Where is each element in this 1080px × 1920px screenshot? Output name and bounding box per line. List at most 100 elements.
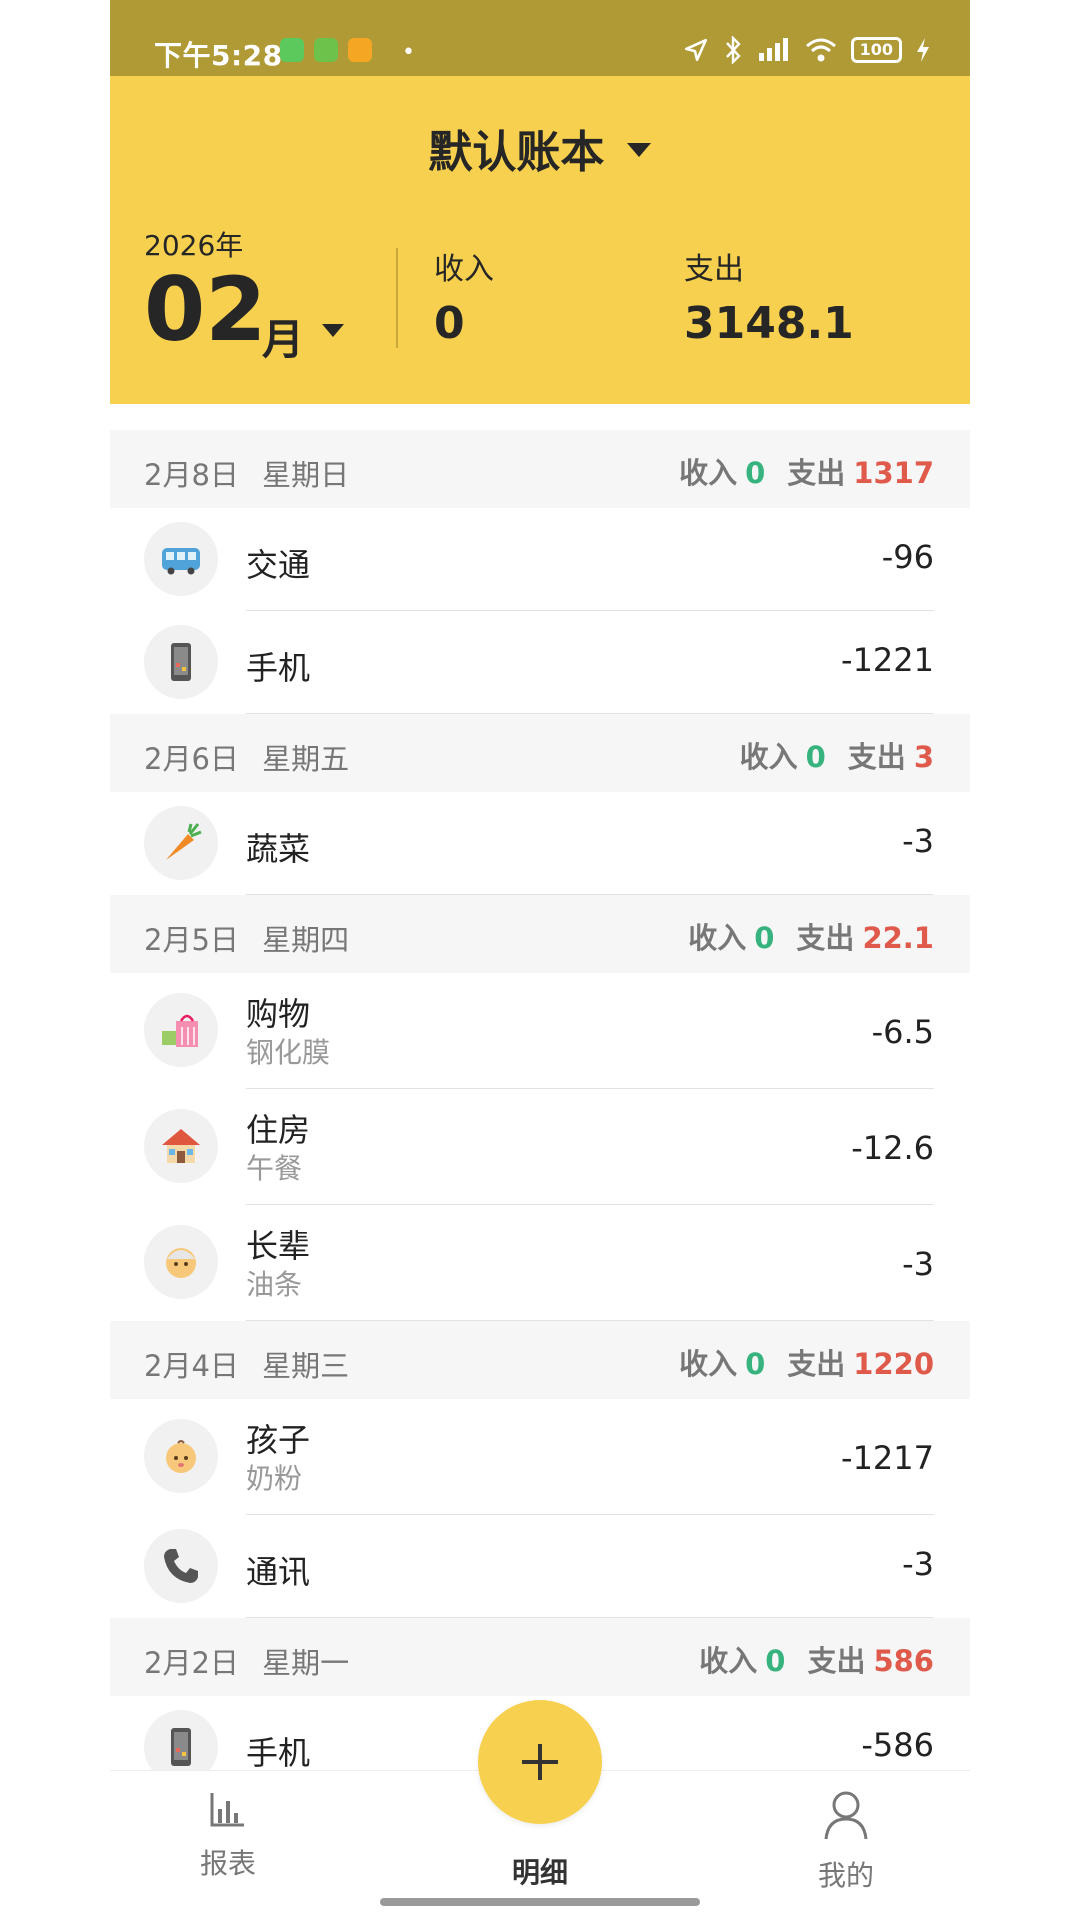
- expense-label: 支出: [684, 252, 744, 287]
- transaction-amount: -1217: [841, 1439, 934, 1477]
- user-icon: [824, 1791, 868, 1840]
- tab-details-label: 明细: [511, 1856, 568, 1889]
- message-notification-icon: [348, 38, 372, 62]
- app-screen: 下午5:28 • 100 默认账本 2026年 02 月 收入 0 支出 314…: [110, 0, 970, 1920]
- day-date: 2月6日 星期五: [144, 736, 349, 778]
- transaction-amount: -6.5: [871, 1013, 934, 1051]
- income-label: 收入: [434, 252, 494, 287]
- caret-down-icon: [626, 143, 651, 157]
- transaction-note: 油条: [246, 1268, 303, 1301]
- category-name: 住房: [246, 1111, 311, 1149]
- transaction-row[interactable]: 手机 -1221: [110, 611, 970, 714]
- day-header: 2月4日 星期三 收入 0 支出 1220: [110, 1321, 970, 1399]
- bus-icon: [144, 522, 218, 596]
- day-date: 2月2日 星期一: [144, 1640, 349, 1682]
- carrot-icon: [144, 806, 218, 880]
- transaction-row[interactable]: 购物 钢化膜 -6.5: [110, 973, 970, 1089]
- day-weekday: 星期三: [262, 1349, 350, 1383]
- day-summary: 收入 0 支出 586: [699, 1638, 934, 1680]
- month-value[interactable]: 02: [144, 266, 266, 354]
- transaction-row[interactable]: 住房 午餐 -12.6: [110, 1089, 970, 1205]
- status-time: 下午5:28: [154, 39, 283, 72]
- location-icon: [684, 38, 707, 62]
- home-indicator[interactable]: [380, 1898, 700, 1906]
- day-header: 2月8日 星期日 收入 0 支出 1317: [110, 430, 970, 508]
- day-income-label: 收入: [679, 456, 738, 490]
- day-expense-label: 支出: [787, 456, 846, 490]
- day-date: 2月8日 星期日: [144, 452, 349, 494]
- day-expense-value: 1220: [853, 1347, 934, 1381]
- tab-details[interactable]: 明细: [480, 1845, 600, 1891]
- category-name: 长辈: [246, 1227, 311, 1265]
- bluetooth-icon: [725, 36, 741, 64]
- day-weekday: 星期四: [262, 923, 350, 957]
- day-date-label: 2月5日: [144, 923, 239, 957]
- transaction-amount: -1221: [841, 641, 934, 679]
- shopping-bag-icon: [144, 993, 218, 1067]
- day-expense-label: 支出: [796, 921, 855, 955]
- day-income-label: 收入: [679, 1347, 738, 1381]
- day-summary: 收入 0 支出 3: [740, 734, 934, 776]
- add-record-button[interactable]: [478, 1700, 602, 1824]
- tab-reports-label: 报表: [199, 1847, 256, 1880]
- transaction-amount: -586: [861, 1726, 934, 1764]
- day-date: 2月5日 星期四: [144, 917, 349, 959]
- download-notification-icon: [314, 38, 338, 62]
- transaction-amount: -3: [902, 1545, 934, 1583]
- summary-header: 默认账本 2026年 02 月 收入 0 支出 3148.1: [110, 76, 970, 404]
- tab-reports[interactable]: 报表: [168, 1789, 288, 1882]
- day-summary: 收入 0 支出 1220: [679, 1341, 934, 1383]
- category-name: 孩子: [246, 1421, 311, 1459]
- day-expense-label: 支出: [847, 740, 906, 774]
- income-total: 0: [434, 298, 465, 349]
- category-name: 通讯: [246, 1553, 311, 1591]
- day-date-label: 2月8日: [144, 458, 239, 492]
- transaction-amount: -12.6: [851, 1129, 934, 1167]
- day-expense-value: 22.1: [862, 921, 934, 955]
- transaction-list[interactable]: 2月8日 星期日 收入 0 支出 1317 交通 -96 手机 -1221 2月6日 星期五 收入 0…: [110, 430, 970, 1799]
- bar-chart-icon: [210, 1793, 244, 1827]
- account-book-selector[interactable]: 默认账本: [110, 116, 970, 180]
- transaction-row[interactable]: 孩子 奶粉 -1217: [110, 1399, 970, 1515]
- day-expense-value: 586: [873, 1644, 934, 1678]
- category-name: 手机: [246, 649, 311, 687]
- tab-mine-label: 我的: [817, 1859, 874, 1892]
- tab-mine[interactable]: 我的: [786, 1789, 906, 1894]
- account-book-title: 默认账本: [428, 127, 605, 178]
- month-caret-icon[interactable]: [322, 324, 344, 337]
- app-notification-icon: [280, 38, 304, 62]
- phone-icon: [144, 625, 218, 699]
- expense-total: 3148.1: [684, 298, 854, 349]
- battery-icon: 100: [850, 37, 902, 63]
- month-unit[interactable]: 月: [262, 306, 304, 367]
- category-name: 手机: [246, 1734, 311, 1772]
- day-income-label: 收入: [699, 1644, 758, 1678]
- day-header: 2月2日 星期一 收入 0 支出 586: [110, 1618, 970, 1696]
- day-date-label: 2月6日: [144, 742, 239, 776]
- category-name: 交通: [246, 546, 311, 584]
- day-date: 2月4日 星期三: [144, 1343, 349, 1385]
- transaction-row[interactable]: 蔬菜 -3: [110, 792, 970, 895]
- day-summary: 收入 0 支出 1317: [679, 450, 934, 492]
- elder-icon: [144, 1225, 218, 1299]
- plus-icon: [522, 1744, 558, 1780]
- day-expense-value: 3: [913, 740, 934, 774]
- day-income-value: 0: [745, 1347, 766, 1381]
- transaction-note: 午餐: [246, 1152, 303, 1185]
- day-weekday: 星期五: [262, 742, 350, 776]
- day-header: 2月6日 星期五 收入 0 支出 3: [110, 714, 970, 792]
- more-notifications-icon: •: [402, 40, 415, 65]
- transaction-row[interactable]: 交通 -96: [110, 508, 970, 611]
- status-icons: 100: [683, 36, 930, 64]
- transaction-row[interactable]: 通讯 -3: [110, 1515, 970, 1618]
- header-divider: [396, 248, 398, 348]
- transaction-note: 钢化膜: [246, 1036, 331, 1069]
- status-bar: 下午5:28 • 100: [110, 0, 970, 76]
- charging-icon: [917, 38, 929, 62]
- day-weekday: 星期一: [262, 1646, 350, 1680]
- transaction-row[interactable]: 长辈 油条 -3: [110, 1205, 970, 1321]
- signal-icon: [758, 38, 788, 61]
- transaction-amount: -3: [902, 822, 934, 860]
- day-expense-label: 支出: [807, 1644, 866, 1678]
- day-expense-label: 支出: [787, 1347, 846, 1381]
